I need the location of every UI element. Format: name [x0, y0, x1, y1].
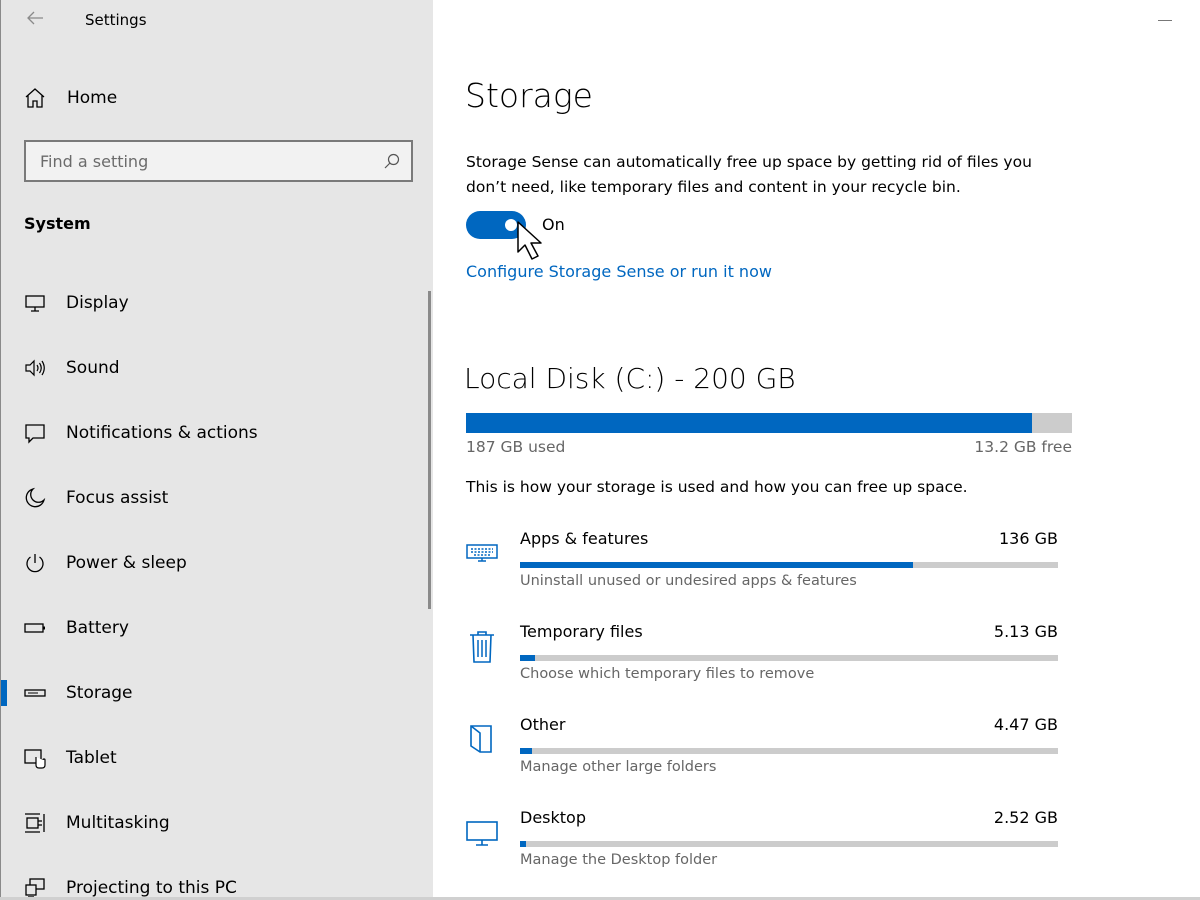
sidebar-item-label: Projecting to this PC — [66, 877, 237, 898]
category-subtitle: Manage other large folders — [520, 759, 717, 775]
folder-icon — [470, 725, 492, 753]
sidebar-item-storage[interactable]: Storage — [1, 660, 434, 725]
category-bar — [520, 562, 1058, 568]
sidebar-item-multitasking[interactable]: Multitasking — [1, 790, 434, 855]
sidebar-item-tablet[interactable]: Tablet — [1, 725, 434, 790]
power-icon — [26, 553, 44, 572]
title-bar: Settings — [1, 0, 434, 40]
minimize-button[interactable] — [1158, 20, 1172, 21]
battery-icon — [24, 622, 45, 633]
sidebar: Settings Home System Display Sound Notif… — [0, 0, 433, 900]
category-bar-fill — [520, 562, 913, 568]
sidebar-item-power-sleep[interactable]: Power & sleep — [1, 530, 434, 595]
disk-used-label: 187 GB used — [466, 438, 566, 456]
sidebar-item-label: Notifications & actions — [66, 422, 258, 443]
home-nav-item[interactable]: Home — [23, 86, 117, 110]
category-name: Other — [520, 715, 566, 734]
home-icon — [25, 88, 45, 108]
sidebar-item-notifications[interactable]: Notifications & actions — [1, 400, 434, 465]
disk-usage-fill — [466, 413, 1032, 433]
disk-title: Local Disk (C:) - 200 GB — [464, 362, 796, 395]
sidebar-item-label: Tablet — [66, 747, 117, 768]
category-bar — [520, 748, 1058, 754]
mouse-cursor-icon — [517, 221, 542, 260]
category-size: 4.47 GB — [993, 715, 1058, 734]
sidebar-item-projecting[interactable]: Projecting to this PC — [1, 855, 434, 900]
category-name: Apps & features — [520, 529, 649, 548]
sidebar-item-label: Multitasking — [66, 812, 170, 833]
app-title: Settings — [85, 11, 147, 29]
main-content: Storage Storage Sense can automatically … — [434, 0, 1200, 900]
tablet-icon — [24, 748, 46, 769]
home-label: Home — [67, 88, 118, 108]
configure-storage-sense-link[interactable]: Configure Storage Sense or run it now — [466, 262, 772, 281]
category-bar-fill — [520, 841, 527, 847]
sidebar-item-sound[interactable]: Sound — [1, 335, 434, 400]
sidebar-item-label: Storage — [66, 682, 133, 703]
trash-icon — [470, 631, 494, 663]
category-name: Desktop — [520, 808, 586, 827]
category-apps-features[interactable]: Apps & features 136 GB Uninstall unused … — [466, 520, 1066, 613]
sidebar-item-label: Battery — [66, 617, 129, 638]
category-bar-fill — [520, 748, 532, 754]
sidebar-item-battery[interactable]: Battery — [1, 595, 434, 660]
sidebar-item-display[interactable]: Display — [1, 270, 434, 335]
category-subtitle: Manage the Desktop folder — [520, 852, 718, 868]
category-other[interactable]: Other 4.47 GB Manage other large folders — [466, 706, 1066, 799]
sidebar-scrollbar[interactable] — [428, 291, 431, 609]
sidebar-item-label: Power & sleep — [66, 552, 187, 573]
category-subtitle: Choose which temporary files to remove — [520, 666, 815, 682]
projecting-icon — [25, 877, 45, 898]
multitasking-icon — [25, 812, 45, 833]
disk-usage-bar — [466, 413, 1072, 433]
back-arrow-icon — [27, 11, 43, 25]
storage-sense-description: Storage Sense can automatically free up … — [466, 153, 1032, 196]
sidebar-nav: Display Sound Notifications & actions Fo… — [1, 270, 434, 900]
usage-description: This is how your storage is used and how… — [466, 478, 968, 496]
sound-icon — [25, 359, 45, 376]
notifications-icon — [25, 423, 45, 444]
category-size: 2.52 GB — [993, 808, 1058, 827]
storage-icon — [24, 688, 46, 697]
display-icon — [25, 294, 45, 312]
focus-assist-icon — [25, 487, 46, 507]
monitor-icon — [466, 821, 498, 846]
category-desktop[interactable]: Desktop 2.52 GB Manage the Desktop folde… — [466, 799, 1066, 892]
search-icon[interactable] — [383, 152, 401, 170]
disk-free-label: 13.2 GB free — [974, 438, 1072, 456]
category-size: 5.13 GB — [993, 622, 1058, 641]
sidebar-item-label: Sound — [66, 357, 120, 378]
section-title: System — [24, 214, 91, 233]
category-subtitle: Uninstall unused or undesired apps & fea… — [520, 573, 857, 589]
back-button[interactable] — [25, 8, 47, 30]
storage-categories: Apps & features 136 GB Uninstall unused … — [466, 520, 1066, 892]
sidebar-item-label: Display — [66, 292, 129, 313]
search-box[interactable] — [24, 140, 413, 182]
category-temporary-files[interactable]: Temporary files 5.13 GB Choose which tem… — [466, 613, 1066, 706]
category-bar — [520, 841, 1058, 847]
sidebar-item-focus-assist[interactable]: Focus assist — [1, 465, 434, 530]
category-size: 136 GB — [999, 529, 1058, 548]
category-bar — [520, 655, 1058, 661]
category-bar-fill — [520, 655, 535, 661]
category-name: Temporary files — [520, 622, 643, 641]
page-title: Storage — [465, 76, 593, 115]
sidebar-item-label: Focus assist — [66, 487, 169, 508]
keyboard-icon — [466, 544, 498, 562]
search-input[interactable] — [26, 142, 366, 180]
